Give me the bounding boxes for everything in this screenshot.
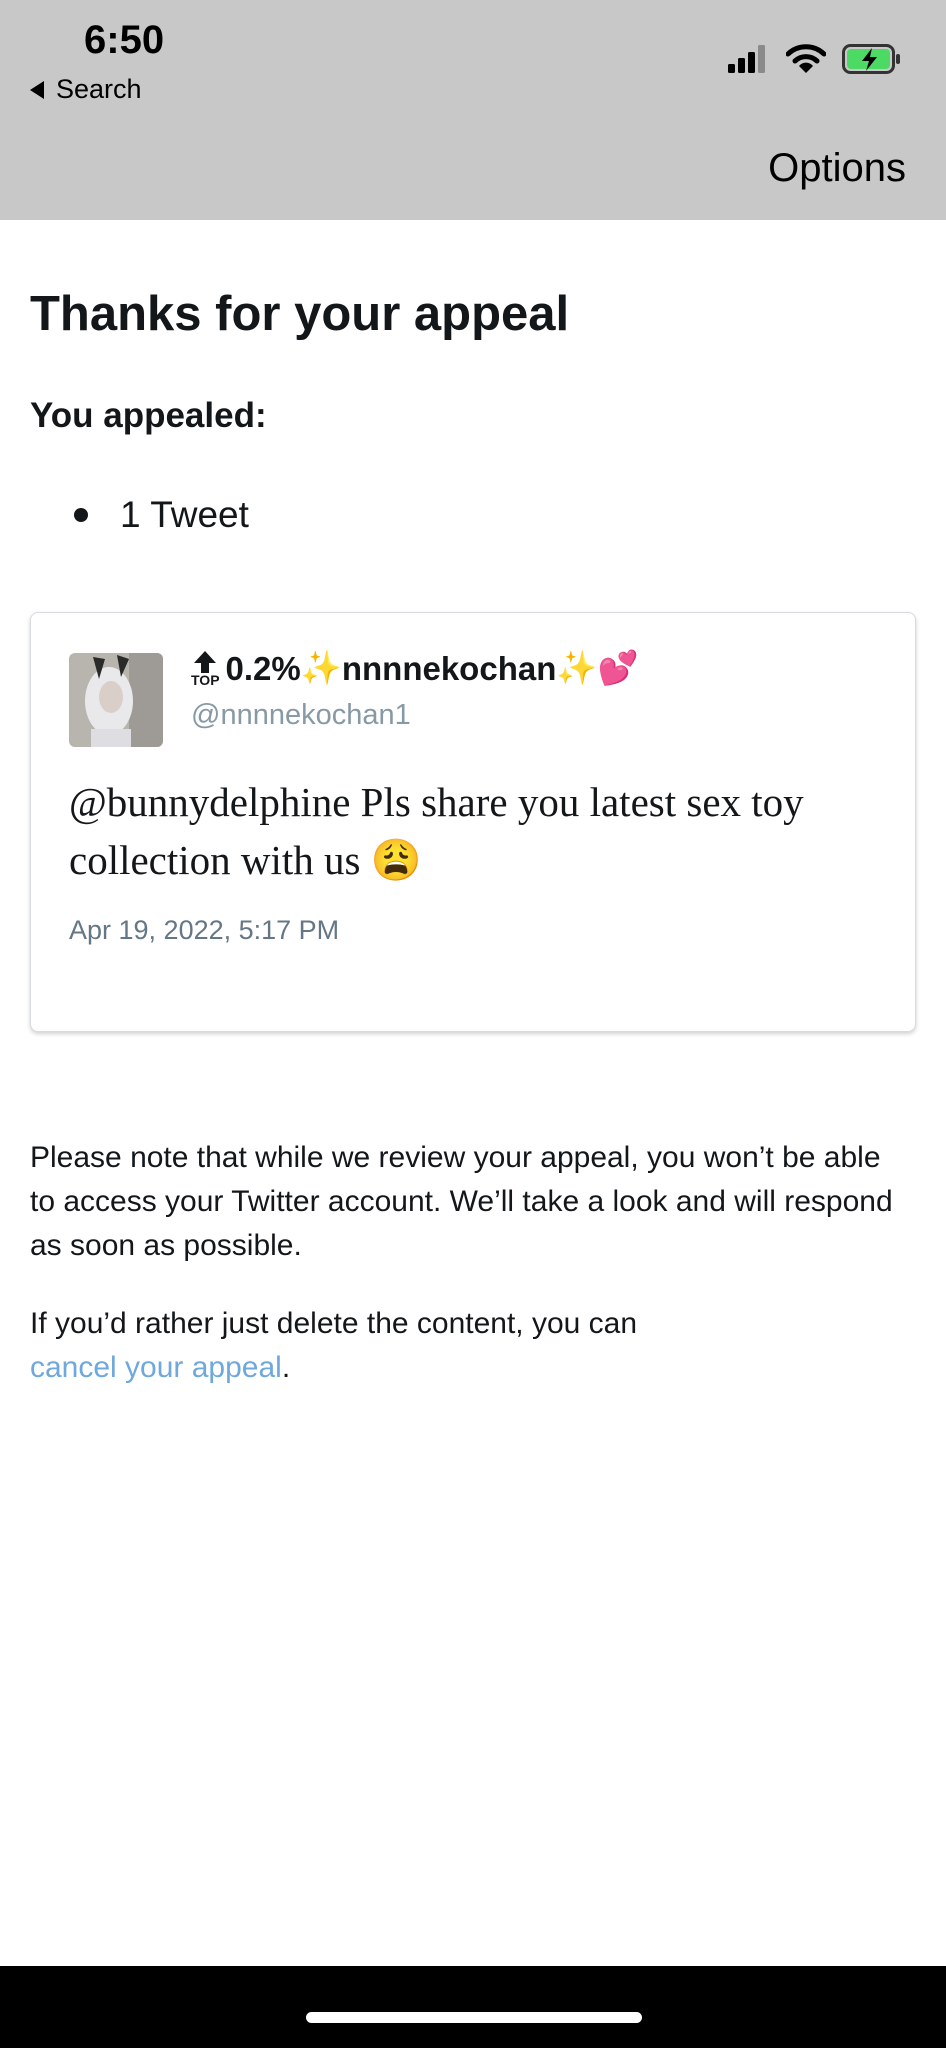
top-rank-icon: TOP xyxy=(191,650,220,687)
status-icons xyxy=(728,44,902,74)
cancel-appeal-link[interactable]: cancel your appeal xyxy=(30,1351,282,1384)
home-indicator[interactable] xyxy=(306,2012,642,2023)
tweet-text: @bunnydelphine Pls share you latest sex … xyxy=(69,779,804,883)
bullet-icon xyxy=(74,508,88,522)
appealed-item-label: 1 Tweet xyxy=(120,494,249,535)
page-title: Thanks for your appeal xyxy=(30,287,570,341)
review-notice: Please note that while we review your ap… xyxy=(30,1141,893,1262)
rank-percent: 0.2% xyxy=(225,649,301,687)
wifi-icon xyxy=(786,44,826,73)
tweet-author-name: TOP 0.2% ✨ nnnnekochan ✨ 💕 xyxy=(191,649,639,688)
sparkle-icon: ✨ xyxy=(556,649,598,686)
tweet-date: Apr 19, 2022, 5:17 PM xyxy=(69,915,340,945)
back-to-search-button[interactable]: Search xyxy=(30,74,142,105)
signal-icon xyxy=(728,45,765,73)
cancel-prefix: If you’d rather just delete the content,… xyxy=(30,1307,638,1340)
sparkle-icon: ✨ xyxy=(300,649,342,686)
battery-charging-icon xyxy=(842,44,900,74)
cancel-paragraph: If you’d rather just delete the content,… xyxy=(30,1302,910,1390)
options-button[interactable]: Options xyxy=(768,146,906,191)
appealed-subtitle: You appealed: xyxy=(30,396,267,435)
avatar xyxy=(69,653,163,747)
tweet-card: TOP 0.2% ✨ nnnnekochan ✨ 💕 @nnnnekochan1… xyxy=(30,612,916,1032)
cancel-suffix: . xyxy=(281,1351,291,1384)
status-and-nav-bar: 6:50 Search Options xyxy=(0,0,946,220)
appealed-list-item: 1 Tweet xyxy=(74,494,249,536)
status-time: 6:50 xyxy=(84,18,165,62)
back-arrow-icon xyxy=(30,80,44,99)
tweet-handle: @nnnnekochan1 xyxy=(191,699,411,731)
back-label: Search xyxy=(56,74,142,104)
display-name: nnnnekochan xyxy=(341,649,557,687)
heart-icon: 💕 xyxy=(597,649,639,686)
bottom-bar xyxy=(0,1966,946,2048)
